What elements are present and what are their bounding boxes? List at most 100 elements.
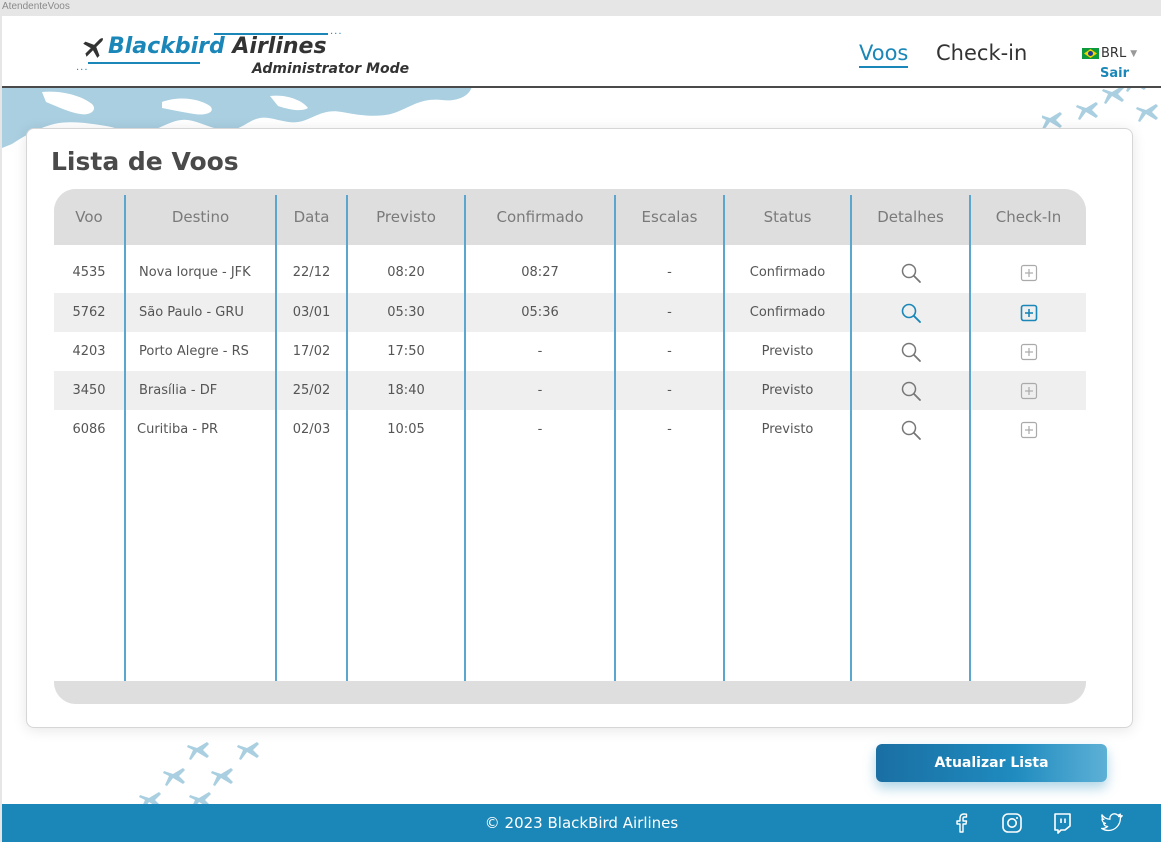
cell-voo: 4535: [72, 265, 106, 280]
window-title: AtendenteVoos: [2, 1, 70, 12]
airplane-logo-icon: [83, 38, 103, 58]
cell-voo: 4203: [72, 344, 106, 359]
column-divider: [346, 195, 348, 681]
cell-confirmado: -: [537, 383, 543, 398]
logo-decor-dots: ...: [76, 62, 89, 73]
table-row[interactable]: 4535 Nova Iorque - JFK 22/12 08:20 08:27…: [54, 253, 1086, 292]
cell-check-in: [971, 410, 1086, 449]
brand-logo[interactable]: ... Blackbird Airlines ... Administrator…: [76, 26, 410, 80]
twitter-icon: [1101, 813, 1123, 832]
flights-card: Lista de Voos Voo Destino Data Previsto …: [26, 128, 1133, 728]
cell-voo: 5762: [72, 305, 106, 320]
table-row[interactable]: 3450 Brasília - DF 25/02 18:40 - - Previ…: [54, 371, 1086, 410]
cell-previsto: 08:20: [387, 265, 425, 280]
column-header-previsto[interactable]: Previsto: [348, 189, 464, 245]
table-row[interactable]: 5762 São Paulo - GRU 03/01 05:30 05:36 -…: [54, 293, 1086, 332]
column-header-check-in[interactable]: Check-In: [971, 189, 1086, 245]
logo-decor-dots: ...: [330, 26, 343, 37]
facebook-icon: [956, 813, 968, 833]
twitch-link[interactable]: [1049, 812, 1075, 834]
currency-selector[interactable]: BRL ▼: [1082, 46, 1137, 61]
plus-square-icon[interactable]: [1020, 264, 1038, 282]
cell-destino: Porto Alegre - RS: [139, 344, 249, 359]
cell-check-in: [971, 253, 1086, 292]
cell-check-in: [971, 293, 1086, 332]
nav-link-voos[interactable]: Voos: [859, 41, 909, 68]
column-header-voo[interactable]: Voo: [54, 189, 124, 245]
cell-check-in: [971, 371, 1086, 410]
cell-status: Confirmado: [749, 265, 826, 280]
cell-detalhes: [852, 293, 969, 332]
brazil-flag-icon: [1082, 48, 1099, 59]
table-row[interactable]: 4203 Porto Alegre - RS 17/02 17:50 - - P…: [54, 332, 1086, 371]
cell-previsto: 18:40: [387, 383, 425, 398]
page-title: Lista de Voos: [51, 147, 239, 176]
column-divider: [464, 195, 466, 681]
column-header-confirmado[interactable]: Confirmado: [466, 189, 614, 245]
twitch-icon: [1054, 813, 1071, 834]
cell-detalhes: [852, 332, 969, 371]
cell-confirmado: 08:27: [521, 265, 559, 280]
cell-destino: Curitiba - PR: [137, 422, 219, 437]
column-divider: [969, 195, 971, 681]
cell-confirmado: -: [537, 344, 543, 359]
page: ... Blackbird Airlines ... Administrator…: [2, 16, 1161, 842]
column-divider: [723, 195, 725, 681]
cell-confirmado: -: [537, 422, 543, 437]
social-links: [949, 812, 1125, 834]
search-icon[interactable]: [900, 419, 922, 441]
cell-escalas: -: [667, 265, 672, 280]
search-icon[interactable]: [900, 341, 922, 363]
cell-status: Previsto: [761, 422, 814, 437]
cell-destino: Brasília - DF: [139, 383, 218, 398]
plus-square-icon[interactable]: [1020, 421, 1038, 439]
column-header-detalhes[interactable]: Detalhes: [852, 189, 969, 245]
table-footer: [54, 681, 1086, 704]
column-divider: [124, 195, 126, 681]
brand-subtitle: Administrator Mode: [252, 61, 410, 77]
cell-detalhes: [852, 371, 969, 410]
column-divider: [850, 195, 852, 681]
logout-link[interactable]: Sair: [1100, 66, 1129, 81]
cell-escalas: -: [667, 422, 672, 437]
cell-confirmado: 05:36: [521, 305, 559, 320]
search-icon[interactable]: [900, 262, 922, 284]
cell-detalhes: [852, 410, 969, 449]
cell-previsto: 17:50: [387, 344, 425, 359]
cell-data: 25/02: [292, 383, 331, 398]
cell-data: 03/01: [292, 305, 331, 320]
cell-destino: Nova Iorque - JFK: [139, 265, 251, 280]
plus-square-icon[interactable]: [1020, 343, 1038, 361]
column-divider: [275, 195, 277, 681]
cell-detalhes: [852, 253, 969, 292]
facebook-link[interactable]: [949, 812, 975, 834]
cell-check-in: [971, 332, 1086, 371]
cell-status: Previsto: [761, 383, 814, 398]
twitter-link[interactable]: [1099, 812, 1125, 834]
cell-status: Confirmado: [749, 305, 826, 320]
refresh-list-button[interactable]: Atualizar Lista: [876, 744, 1107, 782]
search-icon[interactable]: [900, 380, 922, 402]
cell-data: 22/12: [292, 265, 331, 280]
table-row[interactable]: 6086 Curitiba - PR 02/03 10:05 - - Previ…: [54, 410, 1086, 449]
column-header-destino[interactable]: Destino: [126, 189, 275, 245]
nav-link-check-in[interactable]: Check-in: [936, 41, 1027, 65]
table-body: 4535 Nova Iorque - JFK 22/12 08:20 08:27…: [54, 245, 1086, 681]
currency-label: BRL: [1101, 46, 1127, 61]
column-header-status[interactable]: Status: [725, 189, 850, 245]
cell-status: Previsto: [761, 344, 814, 359]
flights-table: Voo Destino Data Previsto Confirmado Esc…: [54, 189, 1086, 704]
plus-square-icon[interactable]: [1020, 304, 1038, 322]
cell-voo: 3450: [72, 383, 106, 398]
logo-decor-line: [88, 62, 200, 64]
instagram-link[interactable]: [999, 812, 1025, 834]
cell-escalas: -: [667, 305, 672, 320]
cell-data: 02/03: [292, 422, 331, 437]
top-header: ... Blackbird Airlines ... Administrator…: [2, 16, 1161, 88]
column-header-data[interactable]: Data: [277, 189, 346, 245]
search-icon[interactable]: [900, 302, 922, 324]
plus-square-icon[interactable]: [1020, 382, 1038, 400]
cell-escalas: -: [667, 383, 672, 398]
brand-name-part2: Airlines: [224, 34, 327, 59]
column-header-escalas[interactable]: Escalas: [616, 189, 723, 245]
